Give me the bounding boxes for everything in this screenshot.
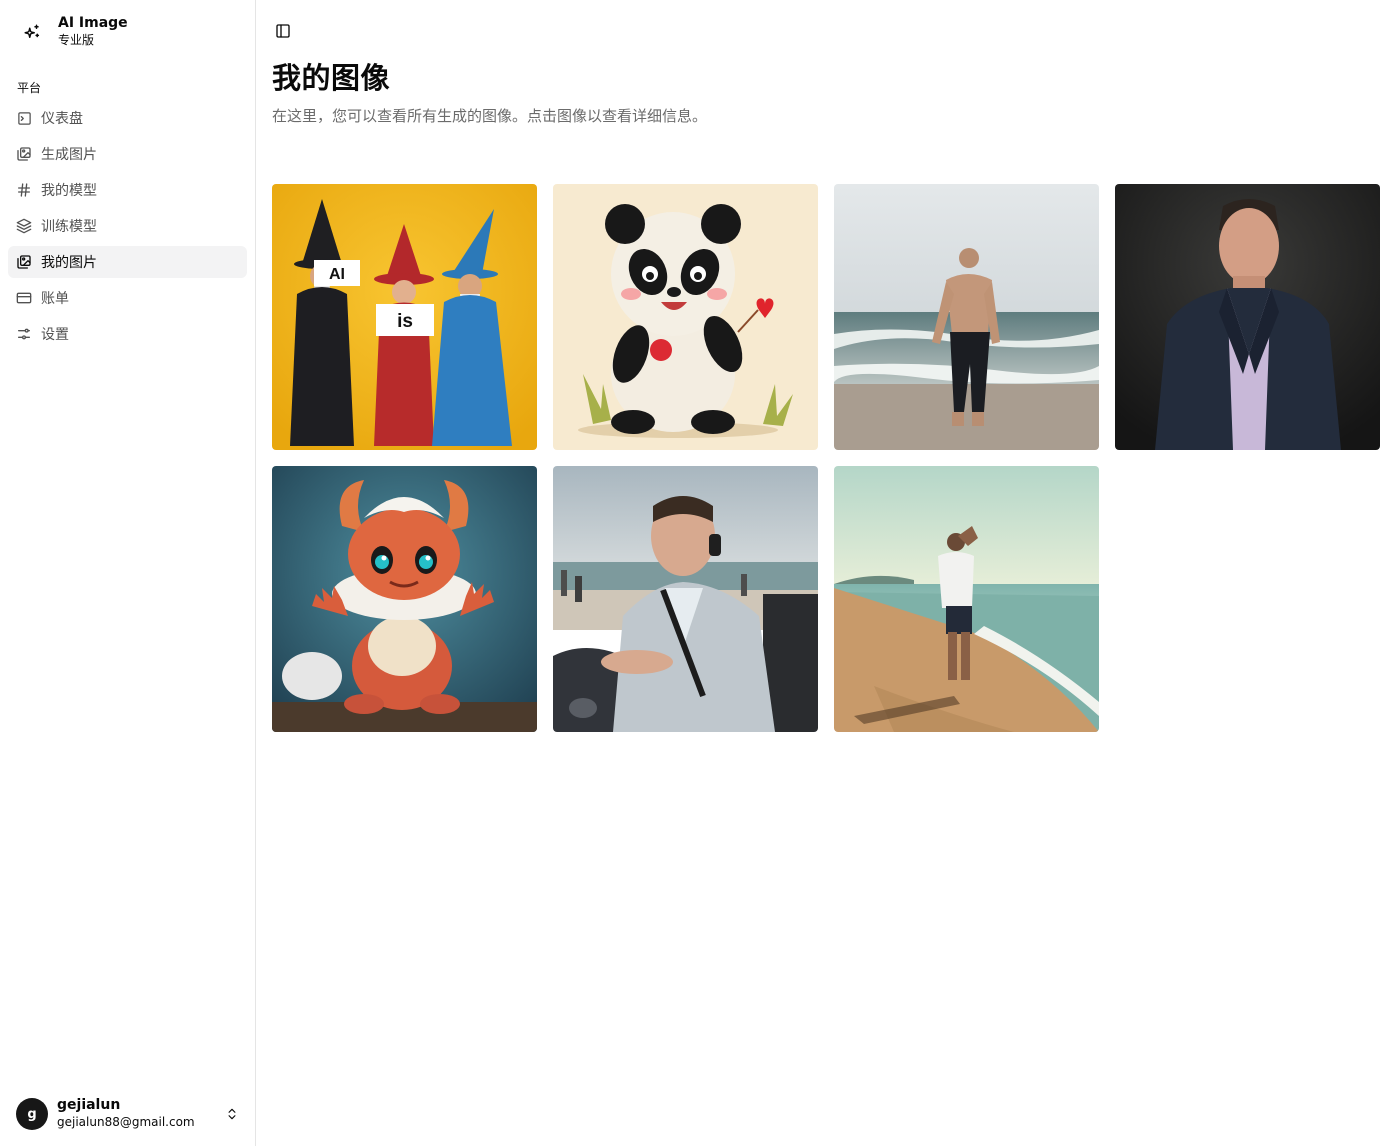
sidebar-nav: 仪表盘 生成图片 我的模型 训练模型 我的图片 账单 设置 bbox=[8, 102, 247, 354]
gallery-image-wizards[interactable]: AI is bbox=[272, 184, 537, 450]
page-subtitle: 在这里，您可以查看所有生成的图像。点击图像以查看详细信息。 bbox=[272, 107, 708, 125]
image-gallery: AI is bbox=[272, 184, 1383, 732]
images-icon bbox=[16, 146, 32, 162]
gallery-image-driving[interactable] bbox=[553, 466, 818, 732]
sidebar: AI Image 专业版 平台 仪表盘 生成图片 我的模型 训练模型 我的图片 … bbox=[0, 0, 256, 1146]
sliders-icon bbox=[16, 326, 32, 342]
sidebar-item-train-model[interactable]: 训练模型 bbox=[8, 210, 247, 242]
sidebar-toggle-button[interactable] bbox=[272, 20, 294, 42]
gallery-image-beach-walk[interactable] bbox=[834, 466, 1099, 732]
sign-text: is bbox=[397, 311, 413, 332]
user-menu[interactable]: g gejialun gejialun88@gmail.com bbox=[16, 1096, 246, 1132]
credit-card-icon bbox=[16, 290, 32, 306]
avatar: g bbox=[16, 1098, 48, 1130]
sidebar-item-billing[interactable]: 账单 bbox=[8, 282, 247, 314]
gallery-image-suit-portrait[interactable] bbox=[1115, 184, 1380, 450]
images-icon bbox=[16, 254, 32, 270]
layers-icon bbox=[16, 218, 32, 234]
gallery-image-panda[interactable] bbox=[553, 184, 818, 450]
sidebar-item-label: 仪表盘 bbox=[41, 111, 83, 127]
hash-icon bbox=[16, 182, 32, 198]
sidebar-item-settings[interactable]: 设置 bbox=[8, 318, 247, 350]
main-content: 我的图像 在这里，您可以查看所有生成的图像。点击图像以查看详细信息。 AI is bbox=[257, 0, 1398, 1146]
sidebar-item-label: 训练模型 bbox=[41, 219, 97, 235]
sidebar-item-label: 设置 bbox=[41, 327, 69, 343]
terminal-icon bbox=[16, 110, 32, 126]
sidebar-item-label: 生成图片 bbox=[41, 147, 97, 163]
user-email: gejialun88@gmail.com bbox=[57, 1115, 195, 1129]
gallery-image-beach-man[interactable] bbox=[834, 184, 1099, 450]
brand-plan: 专业版 bbox=[58, 33, 95, 47]
sidebar-item-dashboard[interactable]: 仪表盘 bbox=[8, 102, 247, 134]
sidebar-item-my-images[interactable]: 我的图片 bbox=[8, 246, 247, 278]
panel-left-icon bbox=[275, 23, 291, 39]
sparkles-icon bbox=[16, 16, 48, 48]
sign-text: AI bbox=[329, 266, 345, 283]
brand-name: AI Image bbox=[58, 15, 128, 31]
brand[interactable]: AI Image 专业版 bbox=[16, 12, 246, 52]
page-title: 我的图像 bbox=[272, 61, 391, 95]
chevrons-up-down-icon bbox=[224, 1106, 240, 1122]
sidebar-item-label: 账单 bbox=[41, 291, 69, 307]
user-name: gejialun bbox=[57, 1097, 121, 1113]
sidebar-item-generate-images[interactable]: 生成图片 bbox=[8, 138, 247, 170]
sidebar-item-label: 我的模型 bbox=[41, 183, 97, 199]
nav-group-label: 平台 bbox=[17, 81, 42, 95]
sidebar-item-my-models[interactable]: 我的模型 bbox=[8, 174, 247, 206]
sidebar-item-label: 我的图片 bbox=[41, 255, 97, 271]
gallery-image-dragon[interactable] bbox=[272, 466, 537, 732]
